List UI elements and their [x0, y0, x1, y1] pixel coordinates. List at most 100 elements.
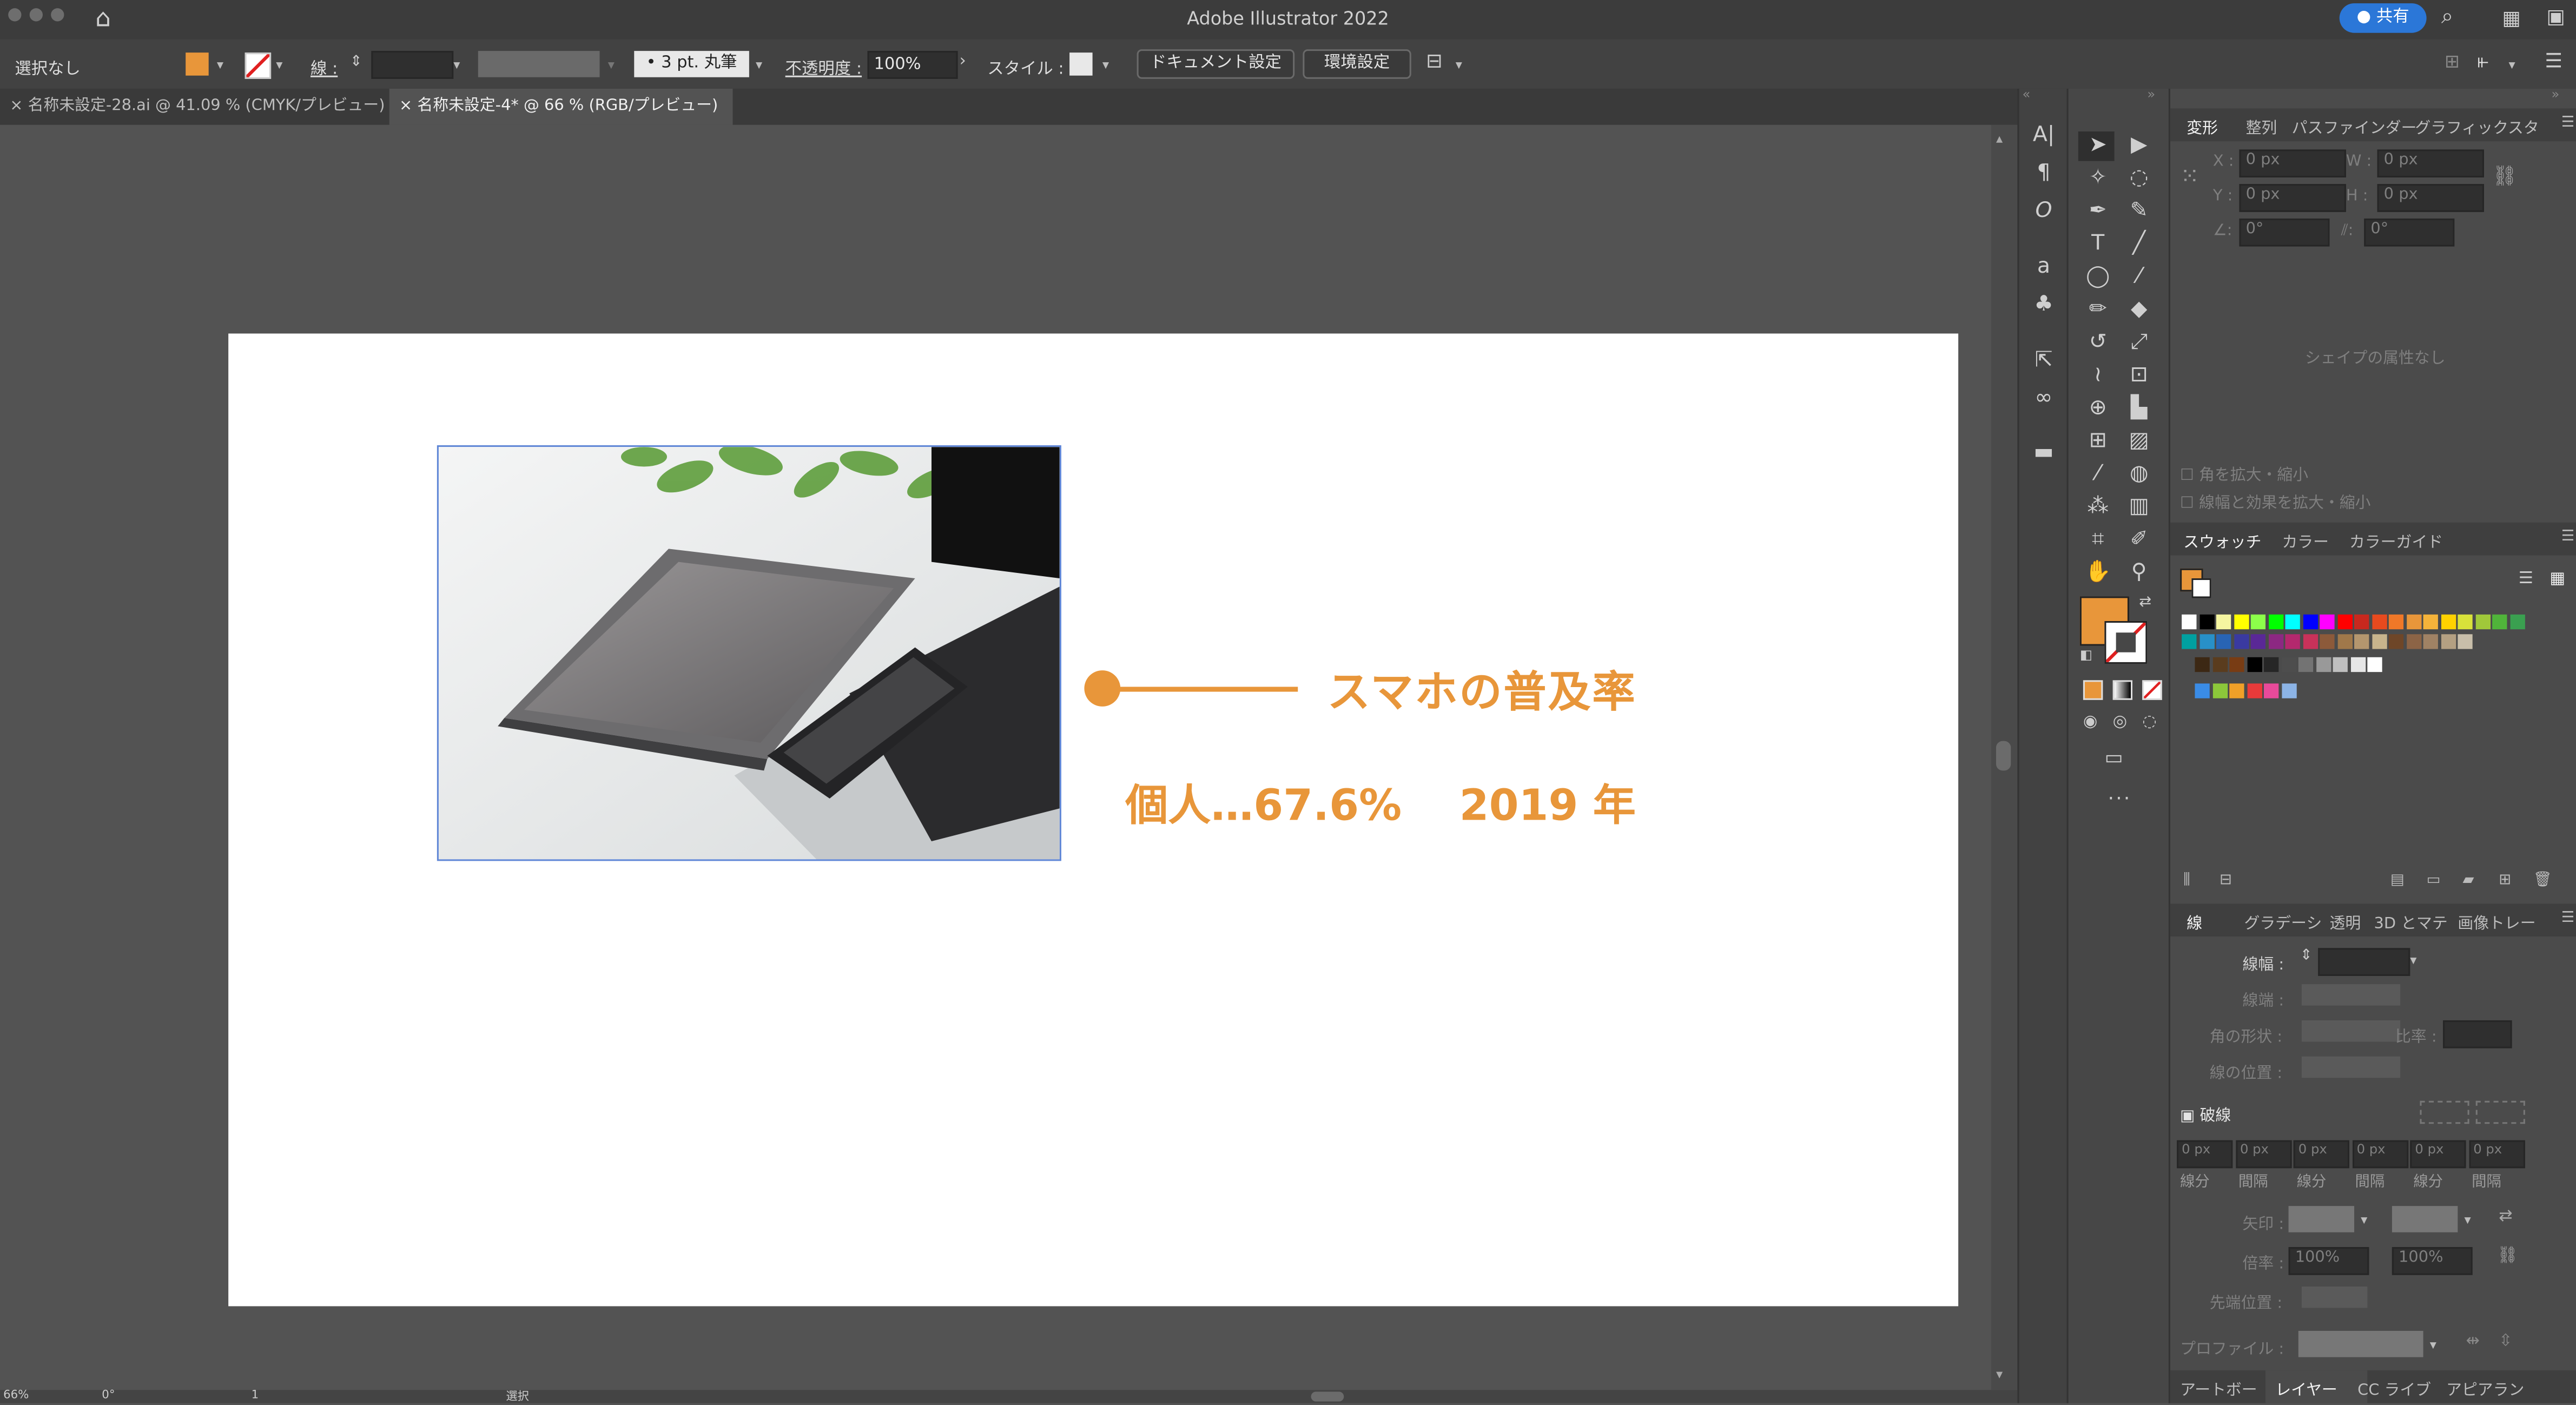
color-swatch[interactable]	[2350, 657, 2365, 672]
share-button[interactable]: ● 共有	[2339, 3, 2427, 33]
tab-stroke[interactable]: 線	[2187, 910, 2202, 933]
flip-across-icon[interactable]: ⇳	[2499, 1333, 2512, 1350]
hand-tool-icon[interactable]: ✋	[2082, 559, 2115, 589]
color-swatch[interactable]	[2182, 614, 2197, 630]
selection-tool-icon[interactable]: ➤	[2082, 131, 2115, 161]
tab-gradient[interactable]: グラデーシ	[2244, 910, 2322, 933]
chevron-down-icon[interactable]: ▾	[756, 57, 762, 72]
pen-tool-icon[interactable]: ✒	[2082, 197, 2115, 227]
stroke-weight-field[interactable]	[2318, 948, 2410, 976]
gap-length-field[interactable]: 0 px	[2235, 1140, 2291, 1169]
color-swatch[interactable]	[2216, 614, 2231, 630]
preferences-button[interactable]: 環境設定	[1303, 49, 1411, 79]
color-swatch[interactable]	[2212, 683, 2227, 698]
current-stroke-swatch[interactable]	[2191, 578, 2211, 598]
chevron-down-icon[interactable]: ▾	[1996, 1367, 2003, 1382]
tab-appearance[interactable]: アピアラン	[2446, 1377, 2524, 1400]
chevron-down-icon[interactable]: ▾	[2361, 1212, 2367, 1227]
color-swatch[interactable]	[2440, 634, 2455, 649]
color-swatch[interactable]	[2354, 614, 2369, 630]
draw-behind-icon[interactable]: ◎	[2113, 713, 2128, 731]
stroke-weight-field[interactable]	[371, 51, 454, 79]
color-swatch[interactable]	[2475, 614, 2490, 630]
close-icon[interactable]: ×	[399, 97, 412, 115]
constrain-proportions-icon[interactable]: ⛓	[2492, 164, 2517, 188]
corner-buttons[interactable]	[2301, 1020, 2401, 1042]
color-swatch[interactable]	[2268, 634, 2283, 649]
grid-view-icon[interactable]: ▦	[2549, 570, 2565, 588]
gradient-mode-icon[interactable]	[2112, 680, 2133, 700]
swatch-libraries-icon[interactable]: ⫼	[2183, 873, 2190, 889]
direct-selection-tool-icon[interactable]: ▶	[2123, 131, 2156, 161]
swatch-options-icon[interactable]: ▤	[2390, 873, 2405, 889]
color-swatch[interactable]	[2212, 657, 2227, 672]
shape-builder-tool-icon[interactable]: ⊕	[2082, 394, 2115, 424]
close-icon[interactable]: ×	[10, 97, 23, 115]
symbol-sprayer-tool-icon[interactable]: ⁂	[2082, 493, 2115, 523]
end-arrowhead-select[interactable]	[2392, 1206, 2458, 1232]
type-tool-icon[interactable]: T	[2082, 230, 2115, 260]
vertical-scrollbar[interactable]: ▴ ▾	[1991, 124, 2018, 1390]
color-swatch[interactable]	[2406, 614, 2421, 630]
draw-normal-icon[interactable]: ◉	[2083, 713, 2098, 731]
chevron-down-icon[interactable]: ▾	[2410, 953, 2416, 967]
tab-align[interactable]: 整列	[2246, 115, 2277, 138]
ellipse-tool-icon[interactable]: ◯	[2082, 263, 2115, 293]
x-field[interactable]: 0 px	[2239, 149, 2346, 177]
search-icon[interactable]: ⌕	[2441, 5, 2453, 30]
color-swatch[interactable]	[2337, 634, 2352, 649]
start-arrowhead-select[interactable]	[2288, 1206, 2355, 1232]
color-swatch[interactable]	[2388, 614, 2404, 630]
dash-length-field[interactable]: 0 px	[2410, 1140, 2466, 1169]
glyphs-icon[interactable]: a	[2027, 253, 2060, 283]
color-swatch[interactable]	[2320, 634, 2335, 649]
color-swatch[interactable]	[2247, 657, 2262, 672]
none-mode-icon[interactable]	[2142, 680, 2162, 700]
collapse-chevron-icon[interactable]: »	[2551, 87, 2559, 102]
color-swatch[interactable]	[2302, 614, 2317, 630]
color-swatch[interactable]	[2247, 683, 2262, 698]
color-swatch[interactable]	[2458, 614, 2473, 630]
gap-length-field[interactable]: 0 px	[2352, 1140, 2408, 1169]
chevron-down-icon[interactable]: ▾	[276, 57, 282, 72]
w-field[interactable]: 0 px	[2377, 149, 2484, 177]
trash-icon[interactable]: 🗑	[2533, 873, 2552, 889]
slice-tool-icon[interactable]: ✐	[2123, 526, 2156, 556]
color-swatch[interactable]	[2268, 614, 2283, 630]
scale-tool-icon[interactable]: ⤢	[2123, 328, 2156, 358]
arrow-align-buttons[interactable]	[2301, 1286, 2368, 1308]
chevron-down-icon[interactable]: ▾	[1102, 57, 1109, 72]
panel-menu-icon[interactable]: ☰	[2561, 529, 2575, 545]
color-swatch[interactable]	[2233, 634, 2249, 649]
color-swatch[interactable]	[2195, 683, 2210, 698]
transform-options-icon[interactable]: ⊞	[2445, 51, 2460, 72]
opacity-field[interactable]: 100%	[867, 51, 958, 79]
artboard-tool-icon[interactable]: ⌗	[2082, 526, 2115, 556]
fill-color-swatch[interactable]	[186, 52, 209, 76]
color-swatch[interactable]	[2458, 634, 2473, 649]
stroke-color-box[interactable]	[2104, 621, 2148, 664]
chevron-down-icon[interactable]: ▾	[608, 57, 615, 72]
stroke-color-swatch[interactable]	[245, 52, 272, 79]
color-swatch[interactable]	[2229, 657, 2244, 672]
tab-transform[interactable]: 変形	[2187, 115, 2218, 138]
brush-definition[interactable]: • 3 pt. 丸筆	[634, 51, 749, 77]
color-swatch[interactable]	[2406, 634, 2421, 649]
screen-mode-icon[interactable]: ▭	[2104, 746, 2123, 769]
tab-image-trace[interactable]: 画像トレー	[2458, 910, 2535, 933]
dash-length-field[interactable]: 0 px	[2177, 1140, 2233, 1169]
graph-tool-icon[interactable]: ▥	[2123, 493, 2156, 523]
variable-width-profile[interactable]	[478, 51, 600, 77]
list-view-icon[interactable]: ☰	[2519, 570, 2533, 588]
color-swatch[interactable]	[2371, 614, 2387, 630]
gap-length-field[interactable]: 0 px	[2468, 1140, 2525, 1169]
blend-tool-icon[interactable]: ◍	[2123, 460, 2156, 490]
color-swatch[interactable]	[2354, 634, 2369, 649]
tab-artboards[interactable]: アートボー	[2180, 1377, 2257, 1400]
character-icon[interactable]: A|	[2027, 122, 2060, 151]
accent-line[interactable]	[1100, 687, 1298, 692]
chevron-down-icon[interactable]: ▾	[2430, 1337, 2436, 1352]
show-kinds-icon[interactable]: ⊟	[2220, 873, 2232, 889]
dash-length-field[interactable]: 0 px	[2293, 1140, 2349, 1169]
document-setup-button[interactable]: ドキュメント設定	[1137, 49, 1295, 79]
